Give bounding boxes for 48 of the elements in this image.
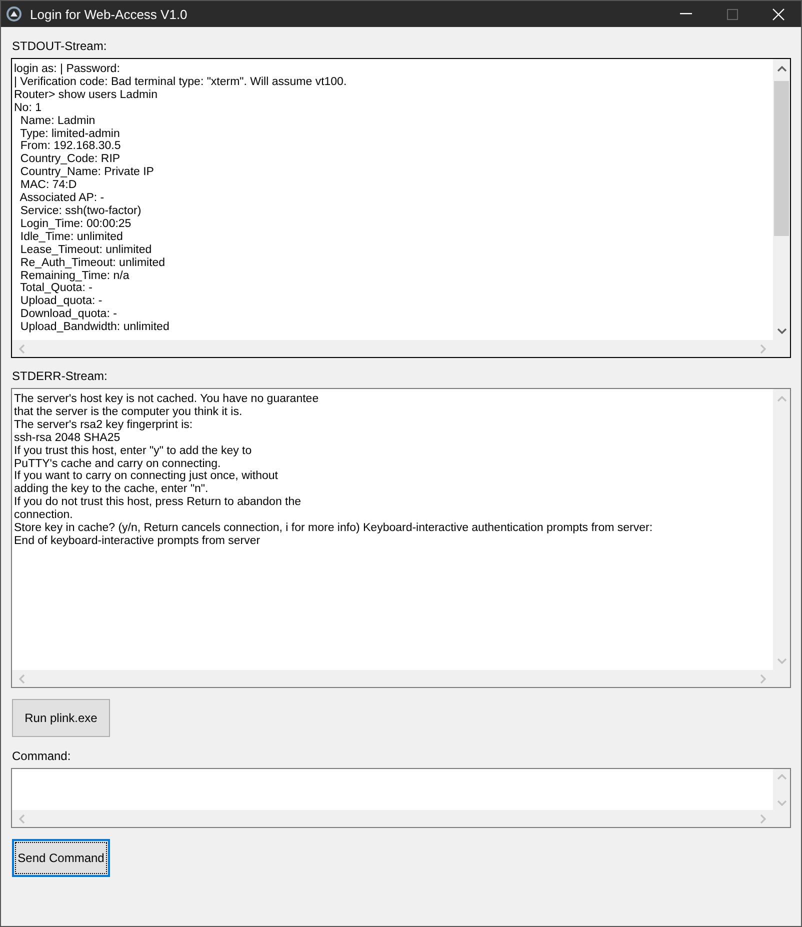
run-button[interactable]: Run plink.exe: [12, 699, 110, 737]
stderr-text-area[interactable]: [11, 388, 791, 688]
output-line: If you do not trust this host, press Return to abandon the: [14, 496, 302, 510]
output-line: Download_quota: -: [19, 308, 118, 322]
close-icon: [772, 8, 784, 20]
maximize-icon: [726, 8, 738, 20]
output-line: From: 192.168.30.5: [19, 140, 122, 154]
output-line: PuTTY's cache and carry on connecting.: [14, 458, 222, 470]
output-line: MAC: 74:D: [19, 179, 78, 192]
send-command-button[interactable]: Send Command: [12, 839, 110, 877]
stdout-text-area[interactable]: [11, 58, 791, 358]
output-line: Re_Auth_Timeout: unlimited: [19, 256, 166, 270]
output-line: If you trust this host, enter "y" to add the key to: [14, 444, 253, 458]
output-line: Remaining_Time: n/a: [19, 270, 130, 282]
output-line: Store key in cache? (y/n, Return cancels connection, i for more info) Keyboard-interactive authentication prompts from server:: [14, 522, 654, 535]
output-line: Idle_Time: unlimited: [19, 230, 124, 244]
output-line: that the server is the computer you think it is.: [14, 406, 244, 419]
output-line: adding the key to the cache, enter "n".: [14, 483, 210, 496]
output-line: Login_Time: 00:00:25: [19, 218, 132, 231]
output-line: Upload_Bandwidth: unlimited: [19, 321, 170, 334]
command-label: Command:: [12, 749, 72, 763]
app-icon: [6, 6, 22, 22]
output-line: Associated AP: -: [18, 192, 106, 205]
output-line: login as: | Password:: [14, 63, 121, 76]
output-line: The server's rsa2 key fingerprint is:: [14, 418, 194, 432]
output-line: No: 1: [14, 102, 42, 115]
output-line: Total_Quota: -: [19, 282, 94, 296]
output-line: If you want to carry on connecting just once, without: [14, 470, 280, 484]
output-line: Service: ssh(two-factor): [19, 204, 142, 218]
window-title: Login for Web-Access V1.0: [30, 6, 188, 22]
stdout-label: STDOUT-Stream:: [12, 39, 108, 53]
scrollbar-thumb[interactable]: [774, 81, 789, 236]
minimize-icon: [680, 13, 692, 15]
output-line: Country_Code: RIP: [19, 153, 122, 166]
command-input-field[interactable]: [11, 768, 791, 828]
output-line: Name: Ladmin: [19, 114, 96, 128]
output-line: Type: limited-admin: [19, 128, 121, 140]
stderr-label: STDERR-Stream:: [12, 369, 108, 383]
output-line: The server's host key is not cached. You have no guarantee: [14, 393, 320, 406]
vertical-scrollbar[interactable]: [773, 59, 790, 340]
output-line: Country_Name: Private IP: [19, 166, 155, 180]
output-line: End of keyboard-interactive prompts from server: [14, 534, 262, 548]
output-line: connection.: [14, 509, 74, 522]
output-line: | Verification code: Bad terminal type: "xterm". Will assume vt100.: [14, 76, 348, 89]
output-line: Lease_Timeout: unlimited: [19, 244, 153, 257]
output-line: ssh-rsa 2048 SHA25: [14, 432, 122, 445]
output-line: Upload_quota: -: [19, 295, 104, 308]
output-line: Router> show users Ladmin: [14, 88, 159, 102]
